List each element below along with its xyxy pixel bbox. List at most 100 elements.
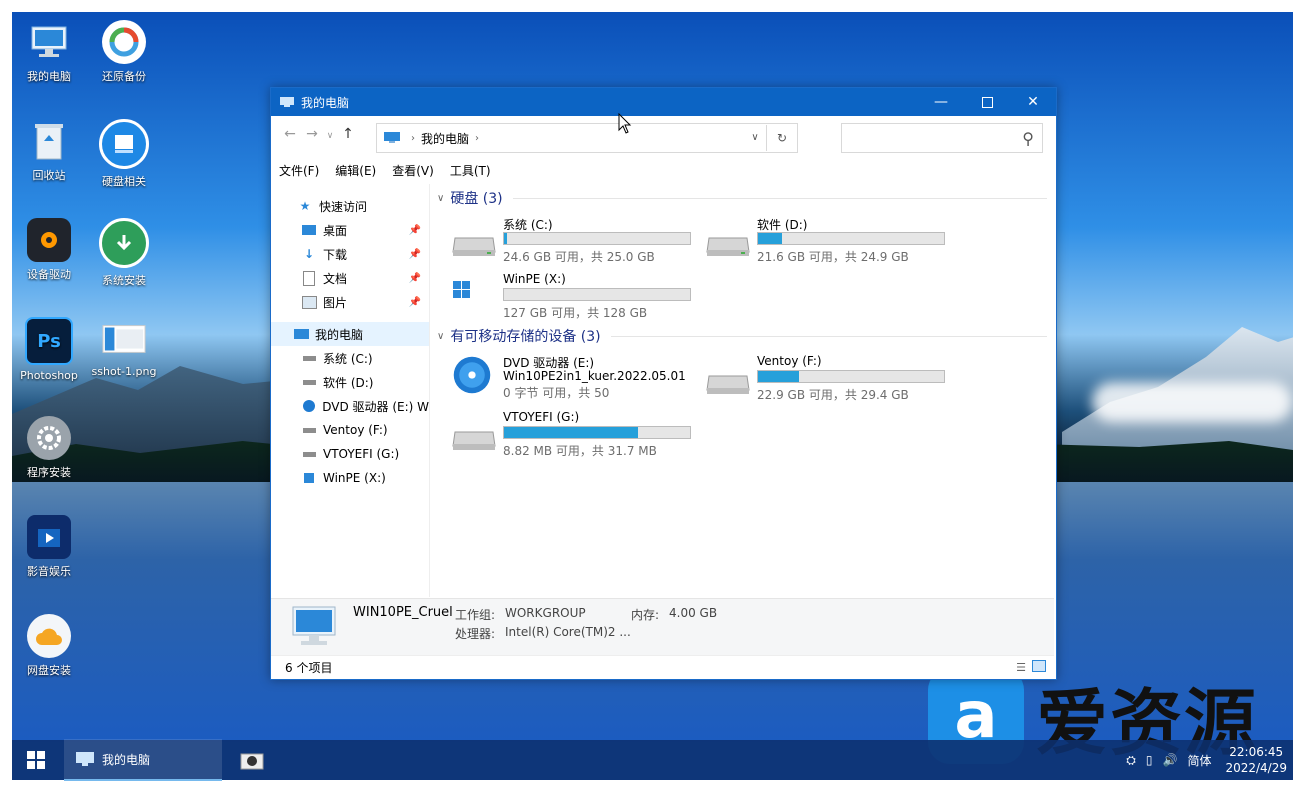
desktop-icon-media[interactable]: 影音娱乐 [12,515,88,579]
drive-tile-f[interactable]: Ventoy (F:) 22.9 GB 可用，共 29.4 GB [705,354,955,406]
drive-tile-g[interactable]: VTOYEFI (G:) 8.82 MB 可用，共 31.7 MB [451,410,701,462]
details-pane: WIN10PE_Cruel 工作组: WORKGROUP 内存: 4.00 GB… [271,598,1054,655]
computer-icon [293,327,309,341]
usage-fill [758,371,799,382]
search-input[interactable]: ⚲ [841,123,1043,153]
group-removable[interactable]: ∨ 有可移动存储的设备 (3) [437,326,1047,346]
desktop-icon-restore-backup[interactable]: 还原备份 [85,20,163,84]
taskbar-app-my-computer[interactable]: 我的电脑 [64,739,222,781]
up-button[interactable]: ↑ [337,126,359,146]
group-hard-disks[interactable]: ∨ 硬盘 (3) [437,188,1047,208]
forward-button[interactable]: → [301,126,323,146]
nav-drive-f[interactable]: Ventoy (F:) [271,418,429,442]
desktop-icon-my-computer[interactable]: 我的电脑 [12,20,88,84]
nav-drive-d[interactable]: 软件 (D:) [271,370,429,394]
desktop-icon-cloud-drive[interactable]: 网盘安装 [12,614,88,678]
desktop-icon-photoshop[interactable]: Ps Photoshop [12,317,88,382]
windows-drive-icon [301,471,317,485]
clock[interactable]: 22:06:45 2022/4/29 [1225,744,1287,776]
start-button[interactable] [12,740,60,780]
maximize-button[interactable] [964,88,1010,116]
computer-icon [280,97,294,107]
chevron-down-icon: ∨ [437,192,445,204]
nav-drive-c[interactable]: 系统 (C:) [271,346,429,370]
breadcrumb[interactable]: 我的电脑 [421,130,469,147]
network-icon[interactable]: ⛭ [1126,753,1136,768]
minimize-button[interactable]: — [918,88,964,116]
removable-drive-icon [452,431,496,450]
recent-locations-button[interactable]: ∨ [323,126,337,146]
dvd-icon [453,356,491,394]
usage-bar [757,370,945,383]
window-titlebar[interactable]: 我的电脑 — ✕ [271,88,1056,116]
back-button[interactable]: ← [279,126,301,146]
nav-item-documents[interactable]: 文档 📌 [271,266,429,290]
maximize-icon [981,96,993,108]
list-view-icon: ☰ [1016,660,1026,674]
hard-drive-icon [452,237,496,256]
explorer-window: 我的电脑 — ✕ ← → ∨ ↑ › 我的电脑 › ∨ ↻ ⚲ 文件(F) 编辑… [270,87,1057,680]
nav-drive-x[interactable]: WinPE (X:) [271,466,429,490]
drive-tile-e[interactable]: DVD 驱动器 (E:) Win10PE2in1_kuer.2022.05.01… [451,354,701,406]
desktop-icon-sshot-file[interactable]: sshot-1.png [85,317,163,378]
removable-drive-icon [706,375,750,394]
dvd-icon [301,399,316,413]
pictures-icon [301,295,317,309]
desktop-icon-disk-tools[interactable]: 硬盘相关 [85,119,163,189]
computer-icon [384,132,400,143]
refresh-button[interactable]: ↻ [767,131,797,145]
desktop-icon-device-drivers[interactable]: 设备驱动 [12,218,88,282]
menu-view[interactable]: 查看(V) [384,160,442,182]
usage-bar [757,232,945,245]
usage-bar [503,288,691,301]
desktop-icon-program-install[interactable]: 程序安装 [12,416,88,480]
window-title: 我的电脑 [301,95,350,110]
taskbar-app-screenshot[interactable] [230,740,274,780]
nav-quick-access[interactable]: ★ 快速访问 [271,194,429,218]
tiles-view-button[interactable] [1032,659,1046,675]
usage-fill [758,233,783,244]
mouse-cursor-icon [618,113,632,134]
input-method[interactable]: 简体 [1187,752,1211,769]
restore-icon [102,20,146,64]
usage-fill [504,233,507,244]
wallpaper-cloud [1092,382,1292,422]
windows-logo-icon [27,751,45,769]
desktop-icon-system-install[interactable]: 系统安装 [85,218,163,288]
drive-tile-x[interactable]: WinPE (X:) 127 GB 可用，共 128 GB [451,272,701,324]
drive-tile-c[interactable]: 系统 (C:) 24.6 GB 可用，共 25.0 GB [451,216,701,268]
arrow-right-icon: → [306,126,318,142]
drive-tile-d[interactable]: 软件 (D:) 21.6 GB 可用，共 24.9 GB [705,216,955,268]
usb-icon[interactable]: ▯ [1146,753,1153,767]
camera-icon [240,753,264,770]
details-view-button[interactable]: ☰ [1016,661,1026,674]
document-icon [301,270,317,286]
nav-this-pc[interactable]: 我的电脑 [271,322,429,346]
nav-item-desktop[interactable]: 桌面 📌 [271,218,429,242]
computer-icon [292,606,336,645]
menu-tools[interactable]: 工具(T) [442,160,499,182]
nav-item-pictures[interactable]: 图片 📌 [271,290,429,314]
desktop-icon-recycle-bin[interactable]: 回收站 [12,119,88,183]
star-icon: ★ [299,199,311,213]
nav-drive-g[interactable]: VTOYEFI (G:) [271,442,429,466]
menu-edit[interactable]: 编辑(E) [327,160,384,182]
minimize-icon: — [934,94,948,110]
volume-icon[interactable]: 🔊 [1163,753,1178,767]
content-pane: ∨ 硬盘 (3) 系统 (C:) 24.6 GB 可用，共 25.0 GB 软件… [431,184,1051,597]
menu-bar: 文件(F) 编辑(E) 查看(V) 工具(T) [271,160,1056,182]
computer-icon [76,752,94,766]
nav-drive-e[interactable]: DVD 驱动器 (E:) W [271,394,429,418]
menu-file[interactable]: 文件(F) [271,160,327,182]
usage-fill [504,427,638,438]
nav-item-downloads[interactable]: ↓ 下载 📌 [271,242,429,266]
address-bar[interactable]: › 我的电脑 › ∨ ↻ [376,123,798,153]
address-dropdown-button[interactable]: ∨ [744,125,767,151]
recycle-bin-icon [27,119,71,163]
close-button[interactable]: ✕ [1010,88,1056,116]
usage-bar [503,232,691,245]
drive-icon [301,351,317,365]
arrow-left-icon: ← [284,126,296,142]
windows-drive-icon [453,281,470,298]
breadcrumb-chevron-icon: › [475,132,480,144]
